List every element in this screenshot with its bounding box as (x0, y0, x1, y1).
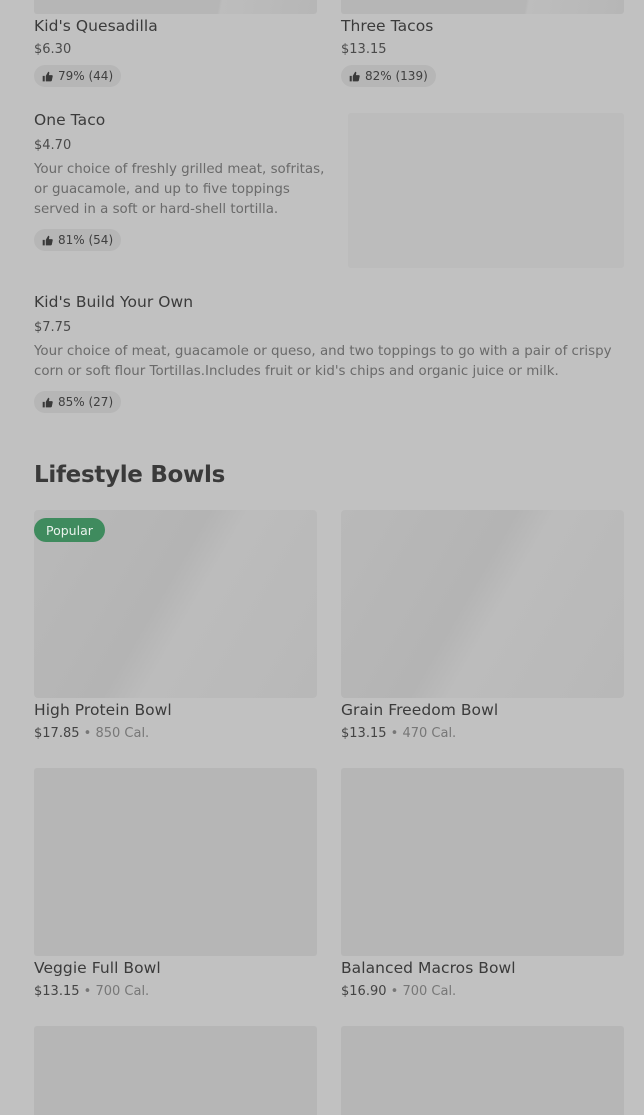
thumbs-up-icon (42, 397, 53, 408)
separator: • (83, 726, 92, 741)
bowl-meta: $13.15 • 470 Cal. (341, 726, 456, 741)
thumbs-up-icon (42, 71, 53, 82)
rating-text: 81% (54) (58, 233, 114, 247)
rating-text: 82% (139) (365, 69, 428, 83)
bowl-image[interactable] (341, 1026, 624, 1115)
bowl-name[interactable]: Balanced Macros Bowl (341, 959, 516, 977)
bowl-name[interactable]: Grain Freedom Bowl (341, 701, 498, 719)
bowl-calories: 700 Cal. (95, 984, 150, 999)
bowl-image[interactable] (34, 1026, 317, 1115)
grain-freedom-bowl-image[interactable] (341, 510, 624, 698)
item-price: $7.75 (34, 320, 72, 335)
bowl-price: $13.15 (34, 984, 80, 999)
bowl-calories: 700 Cal. (402, 984, 457, 999)
bowl-name[interactable]: High Protein Bowl (34, 701, 172, 719)
item-name[interactable]: One Taco (34, 111, 105, 129)
veggie-full-bowl-image[interactable] (34, 768, 317, 956)
item-price: $6.30 (34, 42, 72, 57)
item-description: Your choice of freshly grilled meat, sof… (34, 162, 325, 217)
item-price: $13.15 (341, 42, 387, 57)
bowl-name[interactable]: Veggie Full Bowl (34, 959, 161, 977)
rating-badge: 85% (27) (34, 391, 122, 413)
separator: • (83, 984, 92, 999)
bowl-price: $17.85 (34, 726, 80, 741)
rating-text: 85% (27) (58, 395, 114, 409)
bowl-meta: $16.90 • 700 Cal. (341, 984, 456, 999)
popular-badge: Popular (34, 518, 105, 542)
bowl-price: $16.90 (341, 984, 387, 999)
rating-text: 79% (44) (58, 69, 114, 83)
section-title: Lifestyle Bowls (34, 462, 225, 488)
bowl-calories: 850 Cal. (95, 726, 150, 741)
rating-badge: 81% (54) (34, 229, 122, 251)
separator: • (390, 984, 399, 999)
bowl-price: $13.15 (341, 726, 387, 741)
bowl-calories: 470 Cal. (402, 726, 457, 741)
one-taco-image[interactable] (348, 113, 624, 268)
bowl-meta: $13.15 • 700 Cal. (34, 984, 149, 999)
kids-quesadilla-image[interactable] (34, 0, 317, 14)
item-description: Your choice of meat, guacamole or queso,… (34, 344, 612, 379)
rating-badge: 82% (139) (341, 65, 436, 87)
balanced-macros-bowl-image[interactable] (341, 768, 624, 956)
rating-badge: 79% (44) (34, 65, 122, 87)
menu-page: Kid's Quesadilla $6.30 79% (44) Three Ta… (0, 0, 644, 1115)
separator: • (390, 726, 399, 741)
item-name[interactable]: Kid's Quesadilla (34, 17, 158, 35)
item-price: $4.70 (34, 138, 72, 153)
item-name[interactable]: Kid's Build Your Own (34, 293, 193, 311)
three-tacos-image[interactable] (341, 0, 624, 14)
thumbs-up-icon (349, 71, 360, 82)
bowl-meta: $17.85 • 850 Cal. (34, 726, 149, 741)
thumbs-up-icon (42, 235, 53, 246)
item-name[interactable]: Three Tacos (341, 17, 433, 35)
